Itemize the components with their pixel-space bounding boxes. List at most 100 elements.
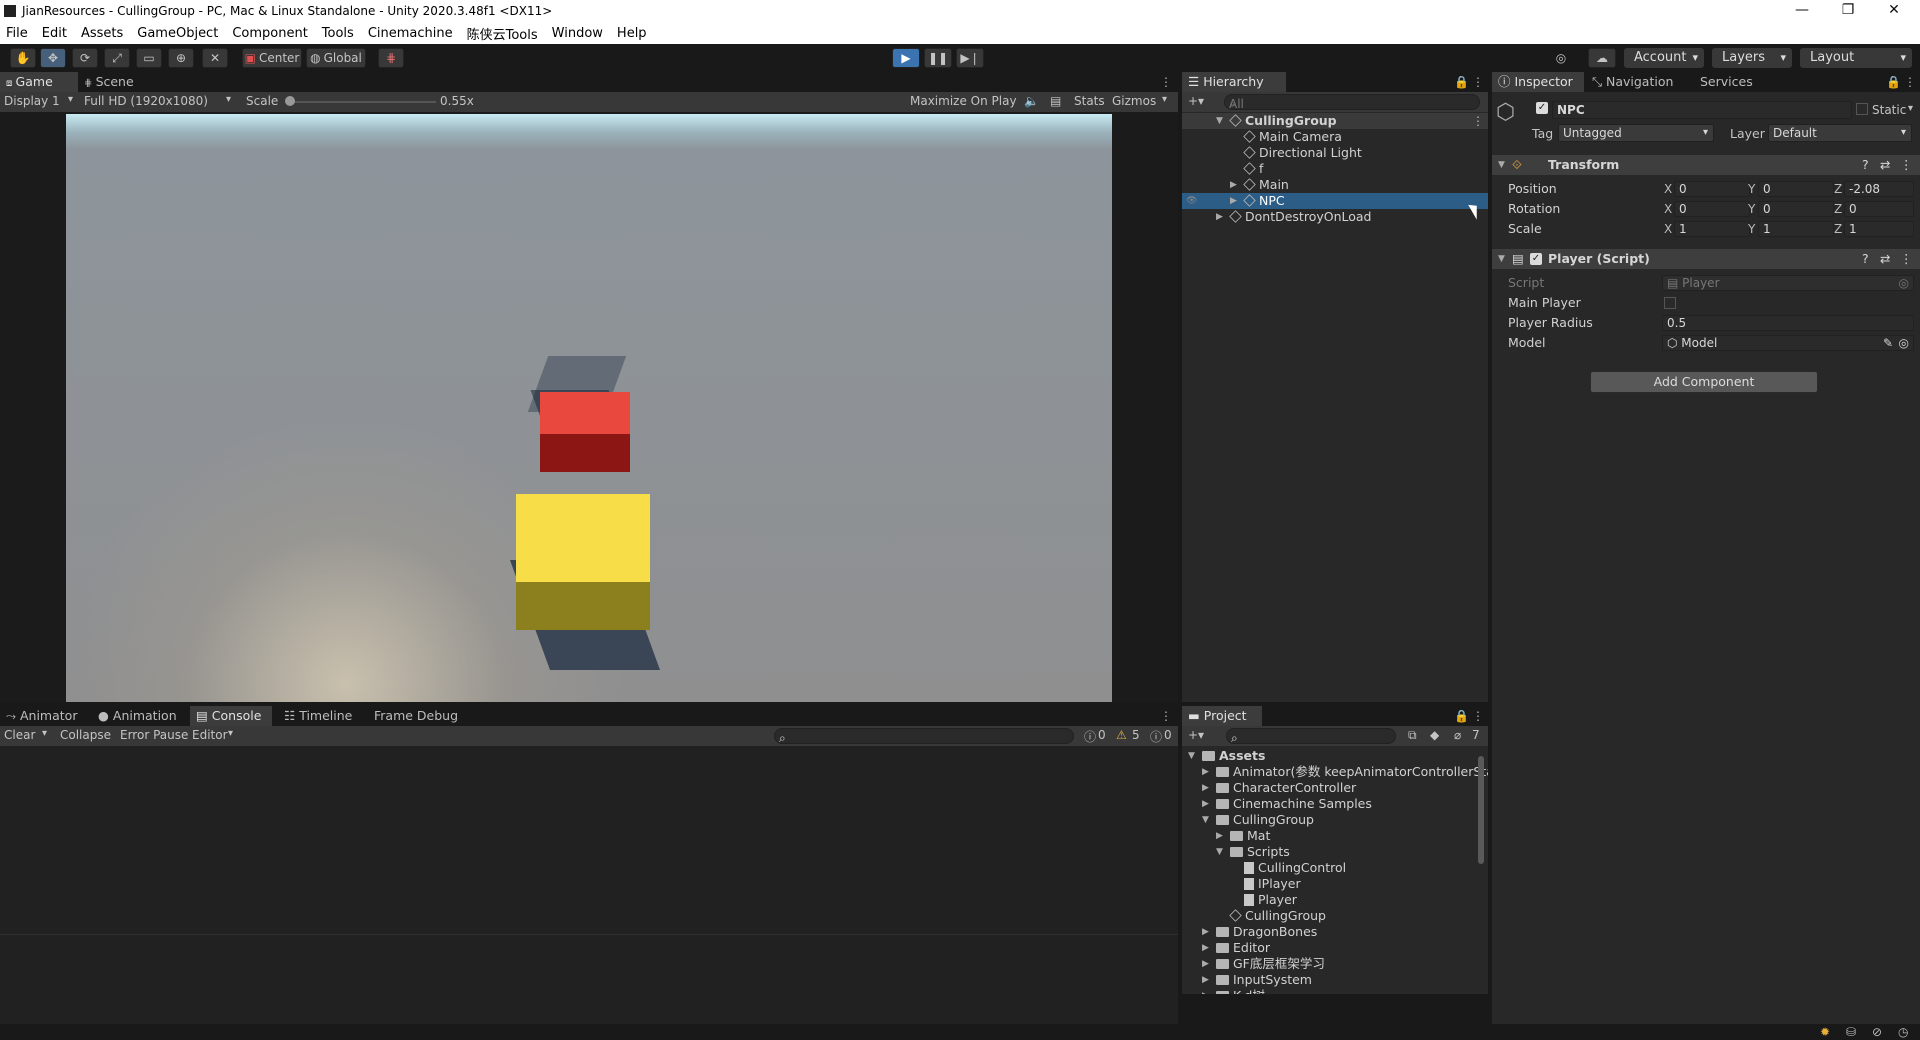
lock-icon[interactable]: 🔒 (1454, 709, 1469, 723)
tab-scene[interactable]: ⋕ Scene (78, 72, 154, 92)
progress-icon[interactable]: ◷ (1898, 1025, 1908, 1039)
transform-tool-button[interactable]: ⊕ (168, 48, 194, 68)
transform-y-input[interactable]: 1 (1758, 221, 1834, 237)
project-item[interactable]: ▶ Cinemachine Samples (1182, 796, 1372, 812)
transform-z-input[interactable]: -2.08 (1844, 181, 1914, 197)
minimize-button[interactable]: — (1780, 0, 1824, 22)
project-item[interactable]: ▶ GF底层框架学习 (1182, 956, 1325, 972)
static-chevron-icon[interactable]: ▾ (1908, 103, 1913, 114)
tab-frame-debug[interactable]: Frame Debug (368, 706, 466, 726)
layout-dropdown[interactable]: Layout (1800, 48, 1912, 68)
active-checkbox[interactable]: ✓ (1536, 102, 1548, 114)
tab-console[interactable]: ▤ Console (190, 706, 272, 726)
snap-button[interactable]: ⋕ (378, 48, 404, 68)
hierarchy-item[interactable]: ▶ DontDestroyOnLoad (1182, 209, 1488, 225)
expand-arrow-icon[interactable]: ▶ (1230, 177, 1237, 193)
tab-navigation[interactable]: ⤡ Navigation (1586, 72, 1690, 92)
hierarchy-item[interactable]: ▶ Main (1182, 177, 1488, 193)
network-icon[interactable]: ⊘ (1872, 1025, 1882, 1039)
menu-file[interactable]: File (6, 26, 28, 41)
display-dropdown[interactable]: Display 1 (4, 94, 60, 108)
visibility-eye-icon[interactable]: 👁 (1186, 193, 1197, 209)
hand-tool-button[interactable]: ✋ (10, 48, 36, 68)
main-player-checkbox[interactable] (1664, 297, 1676, 309)
hidden-packages-icon[interactable]: ⌀ (1454, 728, 1461, 742)
more-icon[interactable]: ⋮ (1160, 709, 1172, 723)
more-icon[interactable]: ⋮ (1900, 155, 1913, 175)
menu-gameobject[interactable]: GameObject (137, 26, 218, 41)
maximize-button[interactable]: ❐ (1826, 0, 1870, 22)
hierarchy-item[interactable]: Directional Light (1182, 145, 1488, 161)
target-icon[interactable]: ◎ (1899, 336, 1909, 350)
project-item[interactable]: CullingGroup (1182, 908, 1326, 924)
enabled-checkbox[interactable]: ✓ (1530, 253, 1542, 265)
expand-arrow-icon[interactable]: ▶ (1202, 940, 1209, 956)
console-search-input[interactable]: ⌕ (774, 728, 1074, 745)
tab-hierarchy[interactable]: ☰ Hierarchy (1182, 72, 1286, 92)
tab-animation[interactable]: ● Animation (92, 706, 186, 726)
expand-arrow-icon[interactable]: ▶ (1230, 193, 1237, 209)
preset-icon[interactable]: ⇄ (1880, 249, 1890, 269)
error-icon[interactable]: ⓘ (1150, 728, 1162, 745)
hierarchy-item[interactable]: ▼ CullingGroup ⋮ (1182, 113, 1488, 129)
expand-arrow-icon[interactable]: ▼ (1188, 748, 1195, 764)
model-object-field[interactable]: ⬡ Model ✎ ◎ (1662, 335, 1914, 351)
maximize-on-play-toggle[interactable]: Maximize On Play (910, 94, 1017, 108)
layers-dropdown[interactable]: Layers (1712, 48, 1792, 68)
menu-cinemachine[interactable]: Cinemachine (368, 26, 453, 41)
search-by-label-icon[interactable]: ◆ (1430, 728, 1439, 742)
resolution-dropdown[interactable]: Full HD (1920x1080) (84, 94, 208, 108)
expand-arrow-icon[interactable]: ▶ (1202, 972, 1209, 988)
bug-icon[interactable]: ✹ (1820, 1025, 1830, 1039)
lock-icon[interactable]: 🔒 (1454, 75, 1469, 89)
warning-icon[interactable]: ⚠ (1116, 728, 1127, 742)
more-icon[interactable]: ⋮ (1900, 249, 1913, 269)
space-toggle[interactable]: ◍ Global (306, 48, 366, 68)
expand-arrow-icon[interactable]: ▼ (1202, 812, 1209, 828)
custom-tool-button[interactable]: ✕ (202, 48, 228, 68)
expand-arrow-icon[interactable]: ▶ (1202, 796, 1209, 812)
project-item[interactable]: ▶ DragonBones (1182, 924, 1317, 940)
expand-arrow-icon[interactable]: ▼ (1216, 113, 1223, 129)
tab-inspector[interactable]: ⓘ Inspector (1492, 72, 1584, 92)
hierarchy-search-input[interactable]: ⌕ All (1224, 94, 1480, 111)
pause-button[interactable]: ❚❚ (924, 48, 952, 68)
more-icon[interactable]: ⋮ (1904, 75, 1916, 89)
create-plus-icon[interactable]: +▾ (1188, 728, 1204, 742)
project-search-input[interactable]: ⌕ (1226, 728, 1396, 745)
project-item[interactable]: Player (1182, 892, 1297, 908)
scale-tool-button[interactable]: ⤢ (104, 48, 130, 68)
help-icon[interactable]: ? (1862, 249, 1869, 269)
tab-animator[interactable]: ⤳ Animator (0, 706, 90, 726)
move-tool-button[interactable]: ✥ (40, 48, 66, 68)
cloud-button[interactable]: ☁ (1588, 48, 1616, 68)
expand-arrow-icon[interactable]: ▶ (1202, 956, 1209, 972)
pivot-toggle[interactable]: ▣ Center (242, 48, 302, 68)
scale-slider-track[interactable] (290, 101, 436, 103)
static-checkbox[interactable] (1856, 103, 1868, 115)
more-icon[interactable]: ⋮ (1472, 709, 1484, 723)
expand-arrow-icon[interactable]: ▶ (1202, 780, 1209, 796)
tab-game[interactable]: ⧈ Game (0, 72, 78, 92)
menu-assets[interactable]: Assets (81, 26, 123, 41)
expand-arrow-icon[interactable]: ▶ (1202, 924, 1209, 940)
help-icon[interactable]: ? (1862, 155, 1869, 175)
expand-arrow-icon[interactable]: ▶ (1202, 764, 1209, 780)
menu-edit[interactable]: Edit (42, 26, 67, 41)
menu-custom-tools[interactable]: 陈侠云Tools (467, 24, 538, 43)
add-component-button[interactable]: Add Component (1590, 371, 1818, 393)
project-item[interactable]: ▼ Scripts (1182, 844, 1290, 860)
preset-icon[interactable]: ⇄ (1880, 155, 1890, 175)
fold-arrow-icon[interactable]: ▼ (1498, 155, 1505, 175)
collab-button[interactable]: ◎ (1548, 48, 1574, 68)
player-script-header[interactable]: ▼ ▤ ✓ Player (Script) ? ⇄ ⋮ (1492, 249, 1920, 269)
transform-z-input[interactable]: 1 (1844, 221, 1914, 237)
more-icon[interactable]: ⋮ (1160, 75, 1172, 89)
project-item[interactable]: CullingControl (1182, 860, 1346, 876)
project-item[interactable]: ▶ Animator(参数 keepAnimatorControllerState (1182, 764, 1488, 780)
more-icon[interactable]: ⋮ (1472, 75, 1484, 89)
play-button[interactable]: ▶ (892, 48, 920, 68)
collapse-toggle[interactable]: Collapse (60, 728, 111, 742)
tag-dropdown[interactable]: Untagged ▾ (1558, 124, 1714, 142)
clear-button[interactable]: Clear (4, 728, 35, 742)
